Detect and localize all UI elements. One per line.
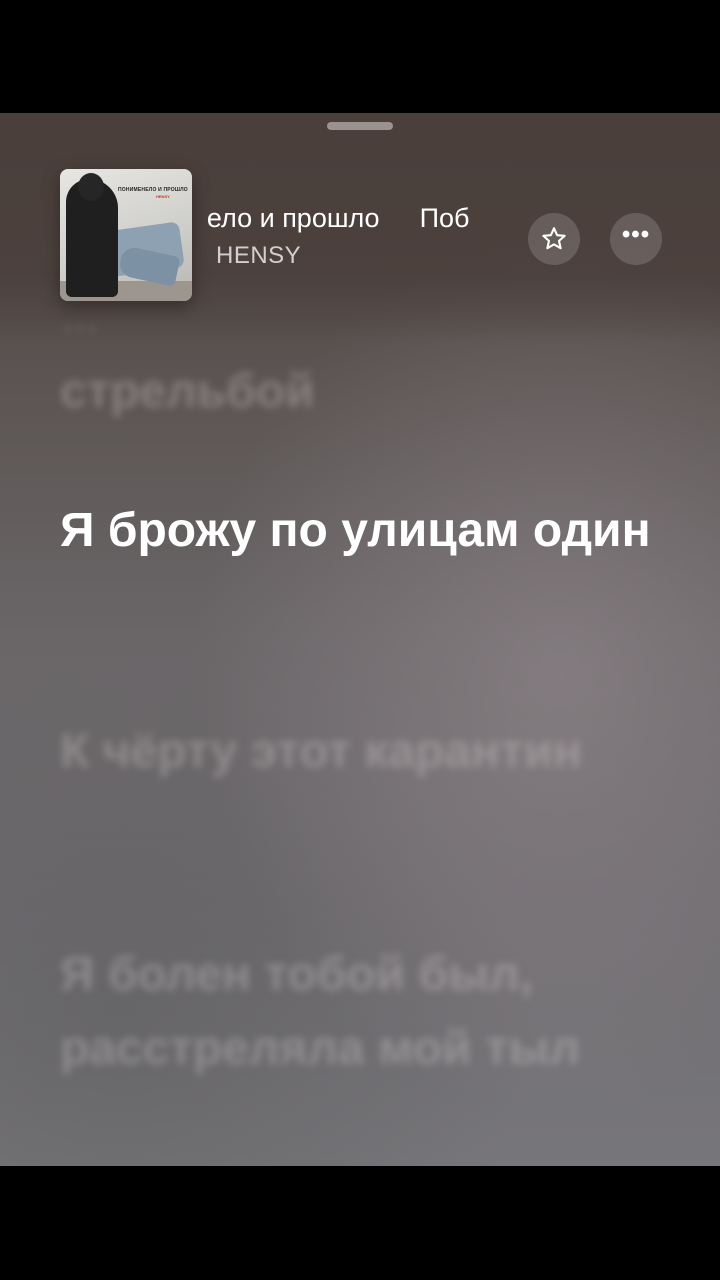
letterbox-bottom: [0, 1166, 720, 1280]
artwork-artist: HENSY: [156, 194, 170, 199]
sheet-grabber[interactable]: [327, 122, 393, 130]
lyric-previous[interactable]: стрельбой: [60, 355, 660, 429]
letterbox-top: [0, 0, 720, 113]
song-title-marquee[interactable]: нело и прошло Поб: [208, 203, 508, 234]
ellipsis-icon: •••: [621, 221, 651, 248]
lyric-next[interactable]: К чёрту этот карантин: [60, 715, 660, 789]
song-title-repeat: Поб: [419, 203, 470, 233]
song-title: нело и прошло: [208, 203, 380, 233]
lyric-current[interactable]: Я брожу по улицам один: [60, 494, 660, 568]
star-icon: [542, 227, 566, 250]
lyric-next[interactable]: Я болен тобой был, расстреляла мой тыл: [60, 938, 660, 1086]
album-artwork[interactable]: ПОНИМЕНЕЛО И ПРОШЛО HENSY: [60, 169, 192, 301]
lyrics-sheet: … стрельбой Я брожу по улицам один К чёр…: [0, 113, 720, 1166]
artwork-figure-head: [78, 173, 104, 201]
artist-name[interactable]: HENSY: [216, 242, 301, 270]
artwork-title: ПОНИМЕНЕЛО И ПРОШЛО: [118, 187, 188, 193]
favorite-button[interactable]: [528, 213, 580, 265]
more-button[interactable]: •••: [610, 213, 662, 265]
